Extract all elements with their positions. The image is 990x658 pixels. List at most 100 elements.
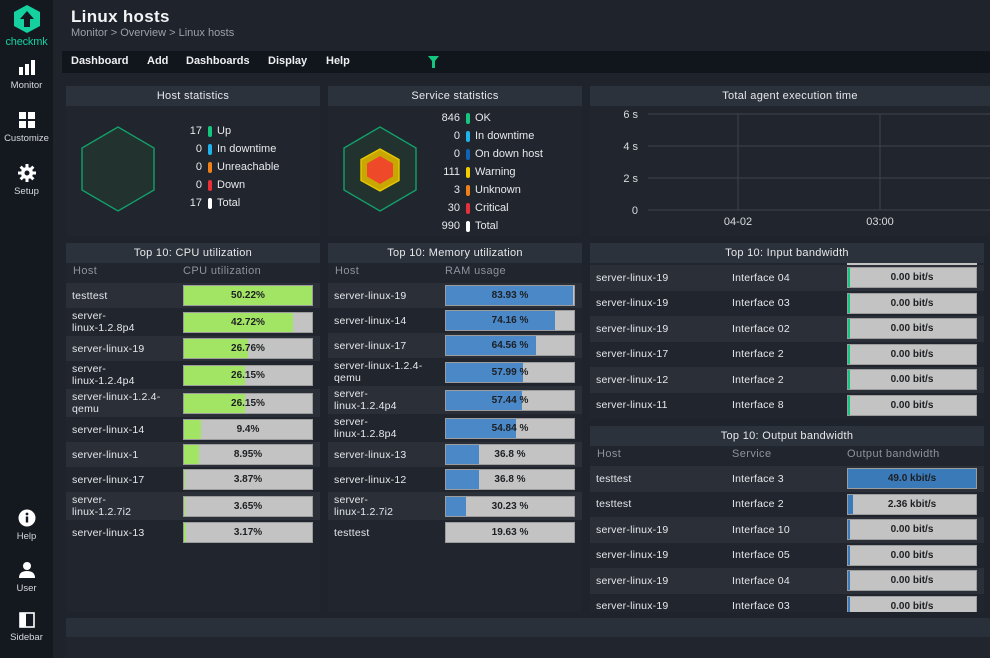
service-link[interactable]: Interface 2 [732, 374, 784, 386]
host-link[interactable]: server-linux-13 [72, 527, 144, 539]
table-row[interactable]: server-linux-11 Interface 8 0.00 bit/s [590, 392, 984, 418]
nav-help[interactable]: Help [0, 509, 53, 542]
service-link[interactable]: Interface 2 [732, 498, 784, 510]
perfometer[interactable]: 54.84 % [445, 417, 575, 439]
perfometer[interactable]: 0.00 bit/s [847, 519, 977, 541]
service-link[interactable]: Interface 03 [732, 297, 790, 309]
stat-row[interactable]: 0 Down [176, 178, 245, 192]
perfometer[interactable]: 0.00 bit/s [847, 267, 977, 289]
table-row[interactable]: server- linux-1.2.7i2 3.65% [66, 492, 320, 520]
agent-execution-time-chart[interactable]: 0 2 s 4 s 6 s 04-02 03:00 [590, 106, 990, 236]
perfometer[interactable]: 26.76% [183, 338, 313, 359]
host-hexagon[interactable] [80, 126, 156, 212]
menu-dashboards[interactable]: Dashboards [186, 55, 250, 67]
menu-help[interactable]: Help [326, 55, 350, 67]
host-link[interactable]: server-linux-1.2.4- qemu [334, 360, 422, 384]
table-row[interactable]: server-linux-19 83.93 % [328, 283, 582, 308]
service-link[interactable]: Interface 3 [732, 473, 784, 485]
table-row[interactable]: server-linux-19 26.76% [66, 336, 320, 361]
checkmk-logo[interactable]: checkmk [0, 4, 53, 48]
perfometer[interactable]: 0.00 bit/s [847, 544, 977, 566]
nav-sidebar[interactable]: Sidebar [0, 612, 53, 643]
host-link[interactable]: server-linux-19 [596, 272, 668, 284]
host-link[interactable]: server- linux-1.2.7i2 [334, 494, 393, 518]
host-link[interactable]: testtest [596, 473, 631, 485]
column-header-ram[interactable]: RAM usage [445, 265, 506, 277]
perfometer[interactable]: 64.56 % [445, 335, 575, 356]
column-header-host[interactable]: Host [335, 265, 359, 277]
table-row[interactable]: server- linux-1.2.4p4 26.15% [66, 361, 320, 389]
perfometer[interactable]: 26.15% [183, 392, 313, 414]
stat-row[interactable]: 846 OK [434, 111, 491, 125]
perfometer[interactable]: 30.23 % [445, 495, 575, 517]
host-link[interactable]: server-linux-12 [596, 374, 668, 386]
service-link[interactable]: Interface 8 [732, 399, 784, 411]
service-link[interactable]: Interface 02 [732, 323, 790, 335]
table-row[interactable]: testtest Interface 3 49.0 kbit/s [590, 466, 984, 492]
table-row[interactable]: testtest 50.22% [66, 283, 320, 308]
column-header-host[interactable]: Host [73, 265, 97, 277]
host-link[interactable]: server-linux-1.2.4- qemu [72, 391, 160, 415]
stat-row[interactable]: 3 Unknown [434, 183, 521, 197]
stat-row[interactable]: 17 Up [176, 124, 231, 138]
perfometer[interactable]: 57.99 % [445, 361, 575, 383]
table-row[interactable]: server-linux-17 Interface 2 0.00 bit/s [590, 341, 984, 367]
nav-customize[interactable]: Customize [0, 111, 53, 144]
host-link[interactable]: server-linux-19 [596, 524, 668, 536]
host-link[interactable]: server-linux-13 [334, 449, 406, 461]
perfometer[interactable]: 0.00 bit/s [847, 292, 977, 314]
perfometer[interactable]: 19.63 % [445, 522, 575, 543]
table-row[interactable]: server-linux-12 36.8 % [328, 467, 582, 492]
perfometer[interactable]: 3.17% [183, 522, 313, 543]
host-link[interactable]: server-linux-1 [72, 449, 138, 461]
perfometer[interactable]: 0.00 bit/s [847, 343, 977, 365]
perfometer[interactable]: 83.93 % [445, 285, 575, 306]
host-link[interactable]: testtest [334, 527, 369, 539]
service-link[interactable]: Interface 04 [732, 272, 790, 284]
stat-row[interactable]: 111 Warning [434, 165, 515, 179]
table-row[interactable]: server-linux-19 Interface 03 0.00 bit/s [590, 290, 984, 316]
table-row[interactable]: server-linux-19 Interface 03 0.00 bit/s [590, 593, 984, 612]
menu-add[interactable]: Add [147, 55, 168, 67]
column-header-output-bandwidth[interactable]: Output bandwidth [847, 448, 940, 460]
service-link[interactable]: Interface 04 [732, 575, 790, 587]
nav-monitor[interactable]: Monitor [0, 59, 53, 91]
table-row[interactable]: server-linux-19 Interface 10 0.00 bit/s [590, 517, 984, 543]
host-link[interactable]: server- linux-1.2.8p4 [72, 310, 135, 334]
host-link[interactable]: server-linux-19 [596, 575, 668, 587]
host-link[interactable]: server-linux-17 [72, 474, 144, 486]
host-link[interactable]: server-linux-19 [596, 549, 668, 561]
host-link[interactable]: server- linux-1.2.8p4 [334, 416, 397, 440]
breadcrumb[interactable]: Monitor > Overview > Linux hosts [71, 27, 234, 39]
host-link[interactable]: server-linux-19 [596, 323, 668, 335]
table-row[interactable]: server- linux-1.2.8p4 42.72% [66, 308, 320, 336]
table-row[interactable]: server- linux-1.2.8p4 54.84 % [328, 414, 582, 442]
perfometer[interactable]: 0.00 bit/s [847, 570, 977, 592]
stat-row[interactable]: 990 Total [434, 219, 499, 233]
table-row[interactable]: server-linux-17 3.87% [66, 467, 320, 492]
perfometer[interactable]: 8.95% [183, 444, 313, 465]
host-link[interactable]: server-linux-17 [596, 348, 668, 360]
service-link[interactable]: Interface 2 [732, 348, 784, 360]
stat-row[interactable]: 0 In downtime [434, 129, 534, 143]
table-row[interactable]: server-linux-1 8.95% [66, 442, 320, 467]
host-link[interactable]: testtest [596, 498, 631, 510]
nav-setup[interactable]: Setup [0, 164, 53, 197]
table-row[interactable]: server-linux-14 74.16 % [328, 308, 582, 333]
perfometer[interactable]: 36.8 % [445, 444, 575, 465]
table-row[interactable]: server-linux-19 Interface 04 0.00 bit/s [590, 568, 984, 594]
host-link[interactable]: server-linux-19 [72, 343, 144, 355]
column-header-service[interactable]: Service [732, 448, 771, 460]
stat-row[interactable]: 0 Unreachable [176, 160, 280, 174]
host-link[interactable]: server- linux-1.2.4p4 [334, 388, 397, 412]
table-row[interactable]: server-linux-1.2.4- qemu 57.99 % [328, 358, 582, 386]
table-row[interactable]: testtest Interface 2 2.36 kbit/s [590, 491, 984, 517]
service-hexagon[interactable] [342, 126, 418, 212]
table-row[interactable]: server-linux-13 3.17% [66, 520, 320, 545]
host-link[interactable]: server- linux-1.2.7i2 [72, 494, 131, 518]
perfometer[interactable]: 2.36 kbit/s [847, 493, 977, 515]
perfometer[interactable]: 0.00 bit/s [847, 369, 977, 391]
table-row[interactable]: server-linux-17 64.56 % [328, 333, 582, 358]
host-link[interactable]: server-linux-14 [334, 315, 406, 327]
perfometer[interactable]: 3.87% [183, 469, 313, 490]
